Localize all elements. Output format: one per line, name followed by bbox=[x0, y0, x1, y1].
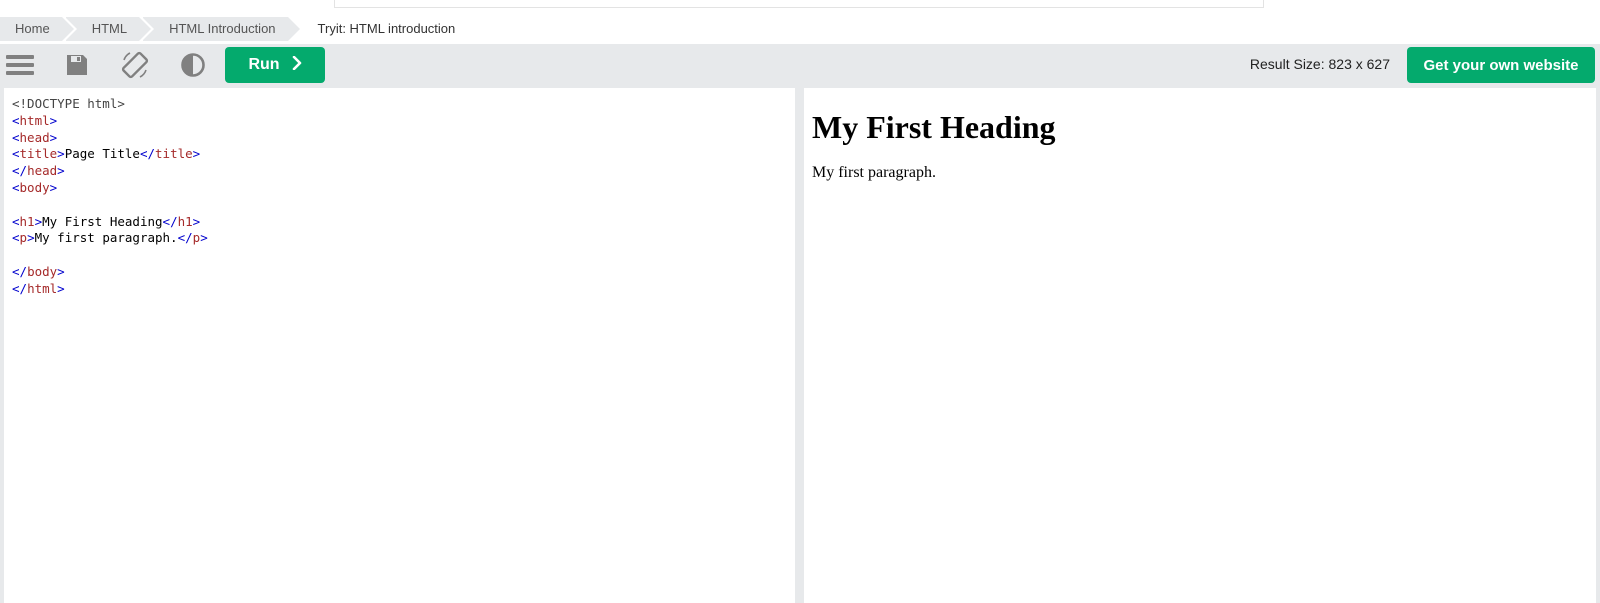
breadcrumb-html-introduction[interactable]: HTML Introduction bbox=[143, 17, 304, 41]
code-line: </html> bbox=[12, 280, 65, 296]
code-line: </body> bbox=[12, 263, 65, 279]
run-button-label: Run bbox=[248, 56, 280, 73]
result-frame: My First Heading My first paragraph. bbox=[804, 88, 1596, 603]
code-content: <!DOCTYPE html> <html> <head> <title>Pag… bbox=[4, 88, 795, 306]
code-line: <!DOCTYPE html> bbox=[12, 96, 125, 111]
breadcrumb-home[interactable]: Home bbox=[0, 17, 77, 41]
save-icon[interactable] bbox=[62, 50, 92, 80]
result-paragraph: My first paragraph. bbox=[812, 164, 936, 182]
contrast-icon[interactable] bbox=[178, 50, 208, 80]
search-box[interactable] bbox=[334, 0, 1264, 8]
top-strip bbox=[0, 0, 1600, 14]
get-your-own-website-button[interactable]: Get your own website bbox=[1407, 47, 1595, 83]
code-editor[interactable]: <!DOCTYPE html> <html> <head> <title>Pag… bbox=[4, 88, 795, 603]
tryit-editor-app: Home HTML HTML Introduction Tryit: HTML … bbox=[0, 0, 1600, 603]
toolbar: Run Result Size: 823 x 627 Get your own … bbox=[0, 44, 1600, 86]
code-line: <h1>My First Heading</h1> bbox=[12, 213, 201, 229]
chevron-right-icon bbox=[292, 55, 302, 75]
result-size-label: Result Size: 823 x 627 bbox=[1249, 56, 1390, 72]
code-line: <body> bbox=[12, 179, 58, 195]
rotate-icon[interactable] bbox=[120, 50, 150, 80]
result-heading: My First Heading bbox=[812, 109, 1056, 145]
menu-icon[interactable] bbox=[5, 50, 35, 80]
code-line: <head> bbox=[12, 129, 58, 145]
code-line: <title>Page Title</title> bbox=[12, 146, 201, 162]
breadcrumb-current: Tryit: HTML introduction bbox=[317, 21, 456, 36]
run-button[interactable]: Run bbox=[225, 47, 325, 83]
code-line: <html> bbox=[12, 112, 58, 128]
code-line: </head> bbox=[12, 163, 65, 179]
pane-divider[interactable] bbox=[795, 88, 804, 603]
code-line: <p>My first paragraph.</p> bbox=[12, 230, 208, 246]
breadcrumb: Home HTML HTML Introduction Tryit: HTML … bbox=[0, 14, 1600, 44]
breadcrumb-html[interactable]: HTML bbox=[65, 17, 155, 41]
